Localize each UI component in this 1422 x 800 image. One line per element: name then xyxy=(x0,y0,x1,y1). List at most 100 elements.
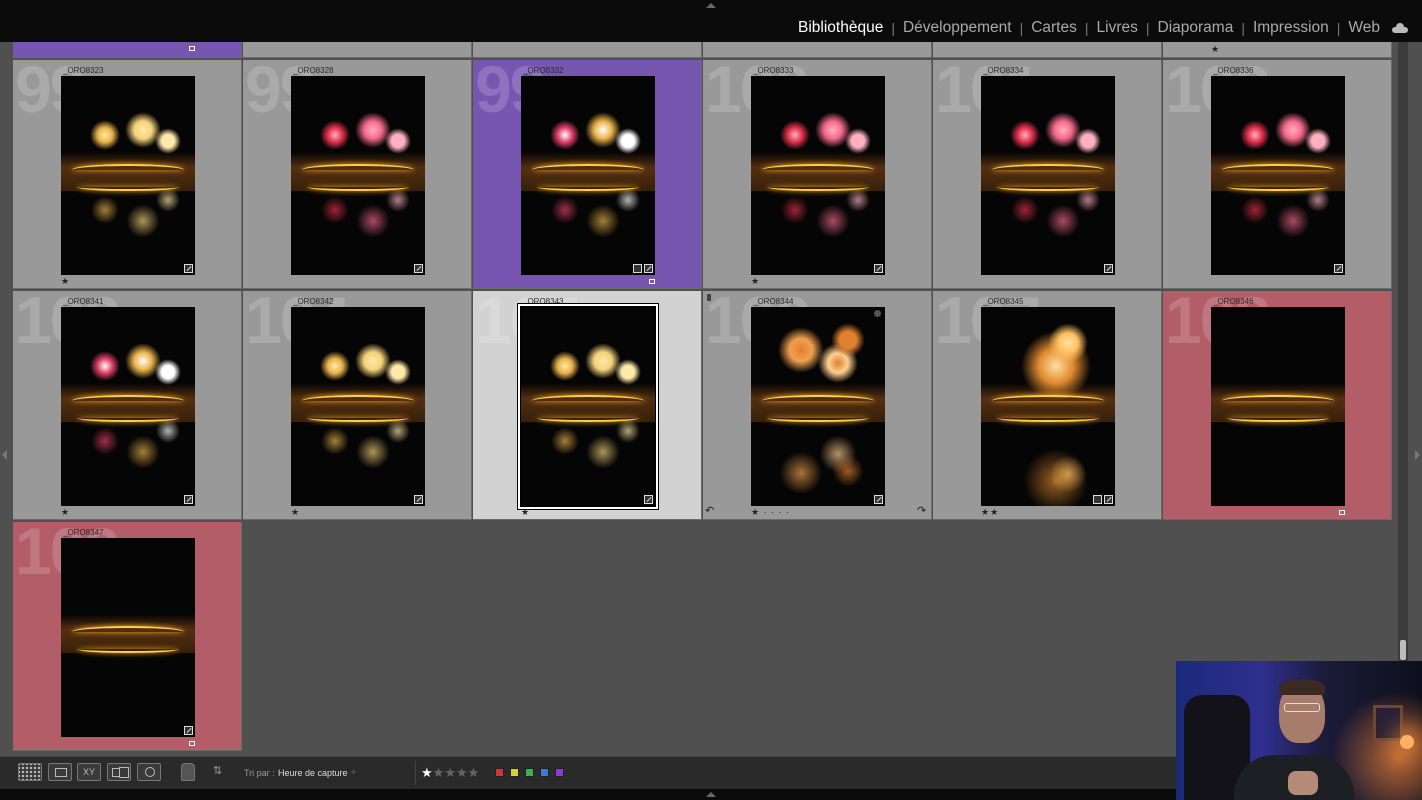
module-7[interactable]: Web xyxy=(1348,19,1380,37)
photo-thumbnail[interactable] xyxy=(981,76,1115,275)
cell-filename: _ORO8334 xyxy=(983,66,1024,75)
painter-spray-icon[interactable] xyxy=(181,763,195,781)
grid-cell-partial[interactable] xyxy=(703,42,932,58)
cell-filename: _ORO8328 xyxy=(293,66,334,75)
edit-badge-icon[interactable] xyxy=(874,264,883,273)
rating-filter-star[interactable]: ★ xyxy=(421,765,433,780)
edit-badge-icon[interactable] xyxy=(874,495,883,504)
grid-cell[interactable]: 102_ORO8336 xyxy=(1163,60,1392,289)
edit-badge-icon[interactable] xyxy=(1104,264,1113,273)
grid-cell[interactable]: 106_ORO8344★ · · · ·↶↷ xyxy=(703,291,932,520)
module-4[interactable]: Livres xyxy=(1097,19,1138,37)
rotate-left-icon[interactable]: ↶ xyxy=(705,504,714,517)
sort-select[interactable]: Heure de capture xyxy=(278,768,348,778)
star-rating[interactable]: ★ xyxy=(751,276,760,287)
scroll-thumb[interactable] xyxy=(1400,640,1406,660)
rating-filter-star[interactable]: ★ xyxy=(433,765,445,780)
star-rating[interactable]: ★ xyxy=(61,276,70,287)
module-5[interactable]: Diaporama xyxy=(1158,19,1234,37)
grid-cell[interactable]: 109_ORO8347 xyxy=(13,522,242,751)
top-panel-toggle-icon[interactable] xyxy=(706,3,716,8)
cell-filename: _ORO8344 xyxy=(753,297,794,306)
photo-thumbnail[interactable] xyxy=(751,76,885,275)
photo-thumbnail[interactable] xyxy=(521,307,655,506)
module-1[interactable]: Bibliothèque xyxy=(798,19,883,37)
presenter-glasses xyxy=(1284,703,1320,712)
edit-badge-icon[interactable] xyxy=(644,264,653,273)
cloud-icon[interactable] xyxy=(1392,23,1408,33)
quick-collection-icon[interactable] xyxy=(874,310,881,317)
edit-badge-icon[interactable] xyxy=(644,495,653,504)
photo-thumbnail[interactable] xyxy=(291,307,425,506)
edit-badge-icon[interactable] xyxy=(414,495,423,504)
rotate-right-icon[interactable]: ↷ xyxy=(917,504,926,517)
edit-badge-icon[interactable] xyxy=(414,264,423,273)
grid-cell[interactable]: 108_ORO8346 xyxy=(1163,291,1392,520)
star-rating[interactable]: ★ xyxy=(291,507,300,518)
edit-badge-icon[interactable] xyxy=(184,726,193,735)
grid-view-button[interactable] xyxy=(18,763,42,781)
edit-badge-icon[interactable] xyxy=(184,264,193,273)
photo-thumbnail[interactable] xyxy=(61,538,195,737)
grid-cell[interactable]: 101_ORO8334 xyxy=(933,60,1162,289)
grid-cell[interactable]: 105_ORO8343★ xyxy=(473,291,702,520)
edit-badge-icon[interactable] xyxy=(1104,495,1113,504)
module-6[interactable]: Impression xyxy=(1253,19,1329,37)
presenter-hair xyxy=(1279,679,1325,695)
photo-thumbnail[interactable] xyxy=(61,307,195,506)
star-rating[interactable]: ★ xyxy=(1211,44,1220,55)
left-panel-toggle-icon[interactable] xyxy=(2,450,7,460)
filmstrip-toggle-icon[interactable] xyxy=(706,792,716,797)
star-rating[interactable]: ★ xyxy=(61,507,70,518)
module-2[interactable]: Développement xyxy=(903,19,1012,37)
edit-badge-icon[interactable] xyxy=(184,495,193,504)
sort-direction-icon[interactable]: ⇅ xyxy=(213,764,222,777)
color-filter-swatch[interactable] xyxy=(555,768,564,777)
star-rating[interactable]: ★ xyxy=(521,507,530,518)
rating-filter-star[interactable]: ★ xyxy=(444,765,456,780)
crop-badge-icon[interactable] xyxy=(633,264,642,273)
photo-thumbnail[interactable] xyxy=(1211,76,1345,275)
photo-thumbnail[interactable] xyxy=(291,76,425,275)
star-rating[interactable]: ★★ xyxy=(981,507,999,518)
grid-cell-partial[interactable] xyxy=(13,42,242,58)
rating-filter-star[interactable]: ★ xyxy=(456,765,468,780)
pick-flag-icon[interactable] xyxy=(707,294,711,301)
color-filter-swatch[interactable] xyxy=(510,768,519,777)
grid-cell[interactable]: 99 _ORO8332 xyxy=(473,60,702,289)
photo-thumbnail[interactable] xyxy=(1211,307,1345,506)
color-filter-swatch[interactable] xyxy=(495,768,504,777)
color-label-marker xyxy=(189,741,195,746)
photo-thumbnail[interactable] xyxy=(751,307,885,506)
grid-scrollbar[interactable] xyxy=(1398,42,1408,756)
loupe-view-button[interactable] xyxy=(48,763,72,781)
grid-cell[interactable]: 107_ORO8345★★ xyxy=(933,291,1162,520)
survey-view-button[interactable] xyxy=(107,763,131,781)
grid-cell[interactable]: 99 _ORO8323 ★ xyxy=(13,60,242,289)
color-filter-swatch[interactable] xyxy=(540,768,549,777)
grid-cell[interactable]: 100_ORO8333★ xyxy=(703,60,932,289)
module-3[interactable]: Cartes xyxy=(1031,19,1077,37)
compare-view-button[interactable]: XY xyxy=(77,763,101,781)
star-rating[interactable]: ★ · · · · xyxy=(751,507,790,518)
grid-cell[interactable]: 99 _ORO8328 xyxy=(243,60,472,289)
rating-filter[interactable]: ★★★★★ xyxy=(421,765,479,781)
grid-cell-partial[interactable] xyxy=(243,42,472,58)
right-panel-toggle-icon[interactable] xyxy=(1415,450,1420,460)
people-view-button[interactable] xyxy=(137,763,161,781)
photo-thumbnail[interactable] xyxy=(981,307,1115,506)
photo-thumbnail[interactable] xyxy=(521,76,655,275)
color-filter-swatch[interactable] xyxy=(525,768,534,777)
edit-badge-icon[interactable] xyxy=(1334,264,1343,273)
grid-cell-partial[interactable] xyxy=(473,42,702,58)
wall-frame xyxy=(1373,705,1403,741)
grid-cell-partial[interactable] xyxy=(933,42,1162,58)
grid-cell[interactable]: 104_ORO8342★ xyxy=(243,291,472,520)
grid-cell[interactable]: 103_ORO8341★ xyxy=(13,291,242,520)
cell-filename: _ORO8332 xyxy=(523,66,564,75)
rating-filter-star[interactable]: ★ xyxy=(468,765,480,780)
sort-caret-icon[interactable]: ÷ xyxy=(351,767,356,777)
photo-thumbnail[interactable] xyxy=(61,76,195,275)
crop-badge-icon[interactable] xyxy=(1093,495,1102,504)
grid-cell-partial[interactable]: ★ xyxy=(1163,42,1392,58)
